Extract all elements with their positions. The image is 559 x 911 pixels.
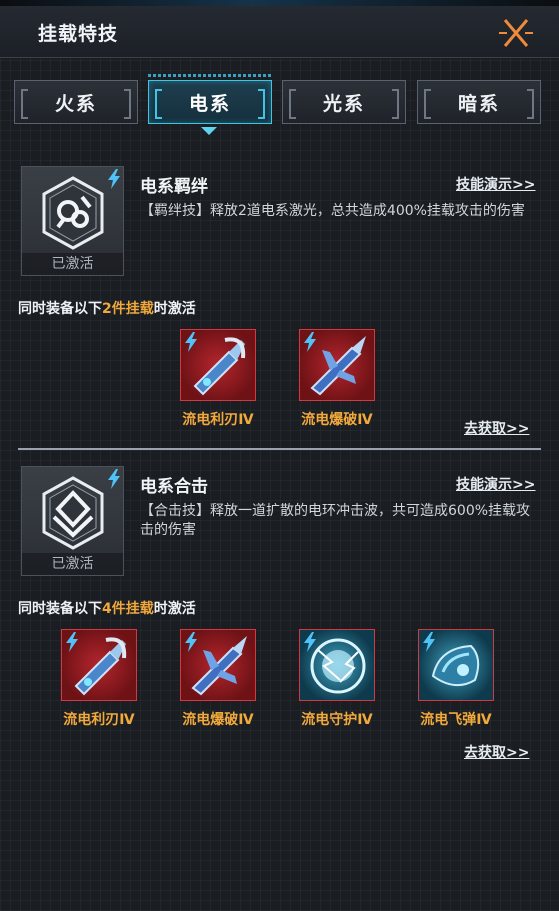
lightning-bolt-icon (185, 332, 197, 352)
item-name: 流电飞弹Ⅳ (420, 712, 492, 728)
element-tabs: 火系 电系 光系 暗系 (12, 74, 548, 136)
tab-dark[interactable]: 暗系 (417, 80, 541, 124)
tab-light[interactable]: 光系 (282, 80, 406, 124)
lightning-bolt-icon (304, 632, 316, 652)
close-button[interactable] (496, 14, 536, 52)
mount-item[interactable]: 流电爆破Ⅳ (173, 629, 263, 729)
skill-description: 【羁绊技】释放2道电系激光，总共造成400%挂载攻击的伤害 (140, 203, 525, 219)
skill-icon-box[interactable]: 已激活 (21, 166, 124, 276)
requirement-suffix: 时激活 (153, 601, 196, 617)
get-items-link[interactable]: 去获取>> (464, 418, 529, 438)
tab-label: 暗系 (457, 92, 500, 115)
skill-description: 【合击技】释放一道扩散的电环冲击波，共可造成600%挂载攻击的伤害 (140, 503, 531, 538)
activation-requirement: 同时装备以下4件挂载时激活 (18, 598, 196, 618)
tab-label: 电系 (188, 92, 231, 115)
skill-title: 电系合击 (140, 477, 208, 497)
skill-section-bond: 已激活 电系羁绊 技能演示>> 【羁绊技】释放2道电系激光，总共造成400%挂载… (0, 166, 559, 446)
item-frame (418, 629, 494, 701)
requirement-prefix: 同时装备以下 (18, 601, 102, 617)
mount-item[interactable]: 流电飞弹Ⅳ (411, 629, 501, 729)
active-tab-indicator (148, 74, 272, 77)
skill-demo-link[interactable]: 技能演示>> (456, 474, 535, 494)
item-name: 流电守护Ⅳ (301, 712, 373, 728)
item-frame (180, 629, 256, 701)
mount-item[interactable]: 流电利刃Ⅳ (173, 329, 263, 429)
item-name: 流电爆破Ⅳ (301, 412, 373, 428)
lightning-bolt-icon (66, 632, 78, 652)
lightning-bolt-icon (108, 169, 120, 189)
skill-title: 电系羁绊 (140, 177, 208, 197)
tab-fire[interactable]: 火系 (14, 80, 138, 124)
header-bar: 挂载特技 (0, 0, 559, 58)
section-divider (18, 448, 541, 450)
lightning-bolt-icon (423, 632, 435, 652)
lightning-bolt-icon (108, 469, 120, 489)
tab-pointer-icon (201, 127, 217, 135)
close-icon (499, 19, 533, 47)
item-frame (180, 329, 256, 401)
activated-status: 已激活 (22, 253, 123, 275)
mount-item[interactable]: 流电利刃Ⅳ (54, 629, 144, 729)
skill-demo-link[interactable]: 技能演示>> (456, 174, 535, 194)
tab-electric[interactable]: 电系 (148, 80, 272, 124)
header-decoration (0, 0, 559, 6)
requirement-count: 2件挂载 (102, 301, 154, 317)
item-frame (299, 629, 375, 701)
skill-icon-box[interactable]: 已激活 (21, 466, 124, 576)
requirement-suffix: 时激活 (153, 301, 196, 317)
tab-label: 光系 (322, 92, 365, 115)
requirement-prefix: 同时装备以下 (18, 301, 102, 317)
requirement-count: 4件挂载 (102, 601, 154, 617)
lightning-bolt-icon (304, 332, 316, 352)
item-frame (61, 629, 137, 701)
activation-requirement: 同时装备以下2件挂载时激活 (18, 298, 196, 318)
item-name: 流电爆破Ⅳ (182, 712, 254, 728)
item-name: 流电利刃Ⅳ (63, 712, 135, 728)
electric-bond-emblem-icon (42, 176, 104, 250)
get-items-link[interactable]: 去获取>> (464, 742, 529, 762)
mount-item[interactable]: 流电守护Ⅳ (292, 629, 382, 729)
skill-section-combo: 已激活 电系合击 技能演示>> 【合击技】释放一道扩散的电环冲击波，共可造成60… (0, 466, 559, 766)
page-title: 挂载特技 (38, 23, 119, 45)
lightning-bolt-icon (185, 632, 197, 652)
item-frame (299, 329, 375, 401)
item-name: 流电利刃Ⅳ (182, 412, 254, 428)
activated-status: 已激活 (22, 553, 123, 575)
combo-strike-emblem-icon (42, 476, 104, 550)
tab-label: 火系 (54, 92, 97, 115)
mount-item[interactable]: 流电爆破Ⅳ (292, 329, 382, 429)
